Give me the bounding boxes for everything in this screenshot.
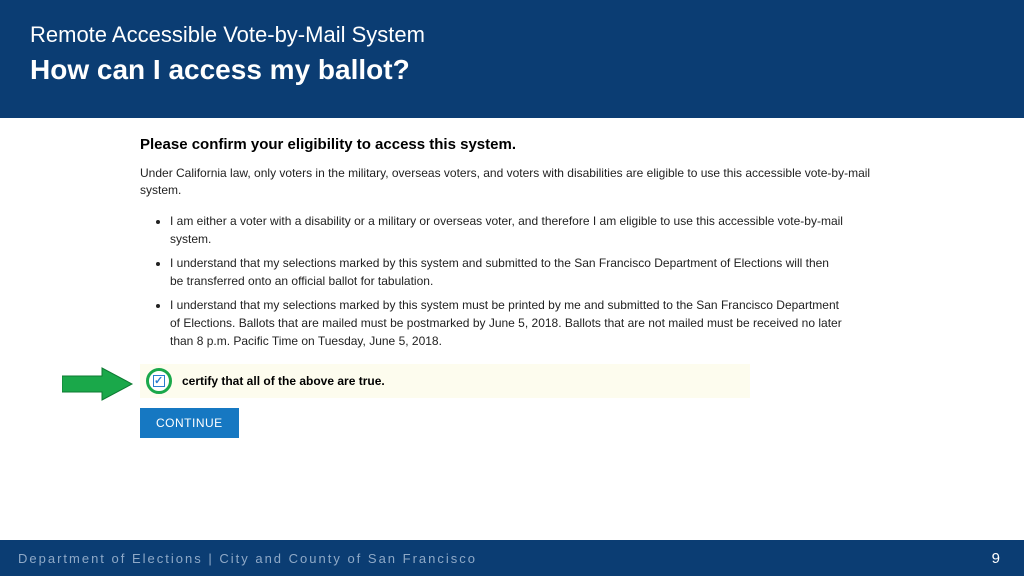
arrow-icon bbox=[62, 366, 134, 402]
eligibility-bullets: I am either a voter with a disability or… bbox=[140, 212, 884, 350]
slide-footer: Department of Elections | City and Count… bbox=[0, 540, 1024, 576]
certify-row: certify that all of the above are true. bbox=[140, 364, 750, 398]
header-title: How can I access my ballot? bbox=[30, 54, 994, 86]
list-item: I understand that my selections marked b… bbox=[170, 296, 884, 350]
list-item: I understand that my selections marked b… bbox=[170, 254, 884, 290]
list-item: I am either a voter with a disability or… bbox=[170, 212, 884, 248]
eligibility-heading: Please confirm your eligibility to acces… bbox=[140, 136, 884, 153]
footer-text: Department of Elections | City and Count… bbox=[18, 551, 477, 566]
intro-text: Under California law, only voters in the… bbox=[140, 165, 884, 200]
content-area: Please confirm your eligibility to acces… bbox=[0, 118, 1024, 540]
certify-label: certify that all of the above are true. bbox=[182, 374, 385, 388]
slide-header: Remote Accessible Vote-by-Mail System Ho… bbox=[0, 0, 1024, 118]
page-number: 9 bbox=[992, 550, 1000, 567]
checkmark-icon bbox=[153, 375, 165, 387]
continue-button[interactable]: CONTINUE bbox=[140, 408, 239, 438]
certify-checkbox[interactable] bbox=[146, 368, 172, 394]
header-subtitle: Remote Accessible Vote-by-Mail System bbox=[30, 22, 994, 48]
